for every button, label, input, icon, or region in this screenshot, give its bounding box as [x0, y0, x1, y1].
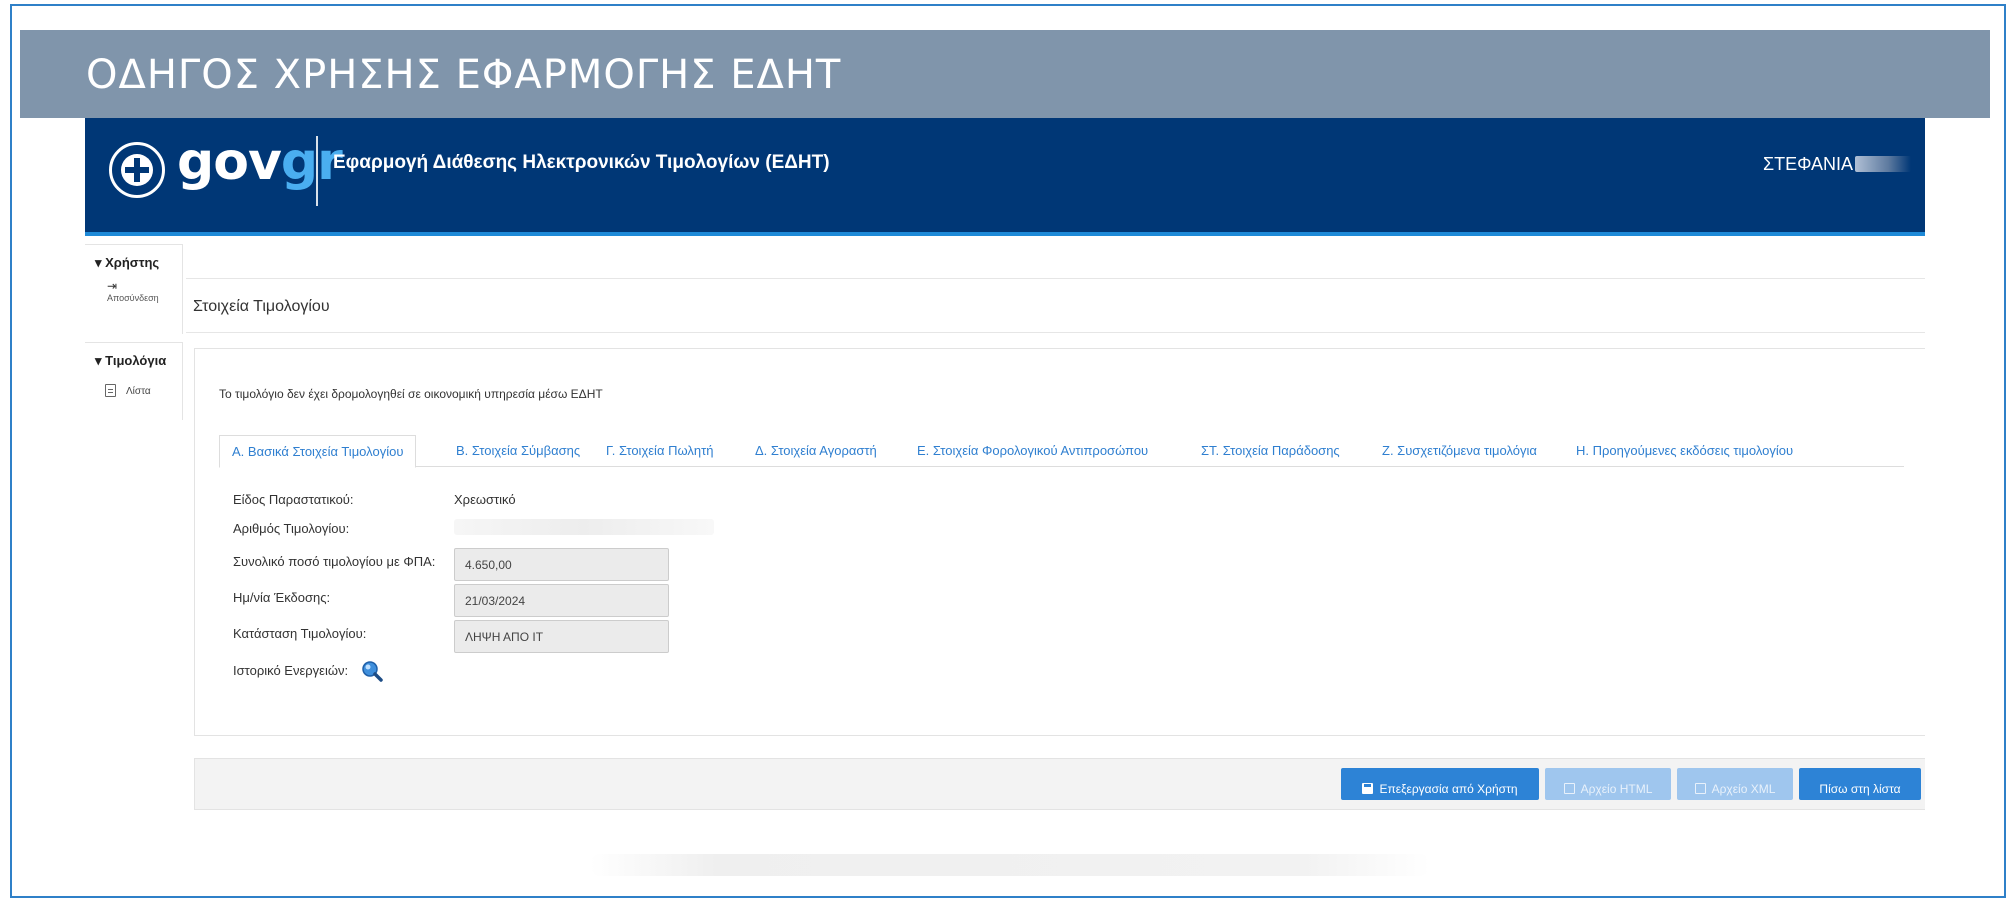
- invoice-number-label: Αριθμός Τιμολογίου:: [233, 521, 350, 536]
- tab-related-invoices[interactable]: Ζ. Συσχετιζόμενα τιμολόγια: [1370, 435, 1549, 467]
- action-bar: Επεξεργασία από Χρήστη Αρχείο HTML Αρχεί…: [194, 758, 1925, 810]
- history-label: Ιστορικό Ενεργειών:: [233, 663, 349, 678]
- status-field: ΛΗΨΗ ΑΠΟ ΙΤ: [454, 620, 669, 653]
- total-amount-field: 4.650,00: [454, 548, 669, 581]
- header-divider: [316, 136, 318, 206]
- sidebar-section-toggle-invoices[interactable]: ▾ Τιμολόγια: [85, 342, 182, 372]
- guide-title: ΟΔΗΓΟΣ ΧΡΗΣΗΣ ΕΦΑΡΜΟΓΗΣ ΕΔΗΤ: [86, 52, 842, 98]
- tab-buyer[interactable]: Δ. Στοιχεία Αγοραστή: [743, 435, 889, 467]
- sidebar-user-section: ▾ Χρήστης ⇥ Αποσύνδεση: [85, 244, 183, 334]
- guide-banner: ΟΔΗΓΟΣ ΧΡΗΣΗΣ ΕΦΑΡΜΟΓΗΣ ΕΔΗΤ: [20, 30, 1990, 118]
- search-icon[interactable]: [361, 660, 383, 682]
- greek-emblem-icon[interactable]: [109, 142, 165, 198]
- sidebar-item-list[interactable]: Λίστα: [85, 372, 182, 397]
- invoice-tabs: Α. Βασικά Στοιχεία Τιμολογίου Β. Στοιχεί…: [219, 435, 1904, 468]
- divider: [186, 278, 1925, 279]
- tab-basic-info[interactable]: Α. Βασικά Στοιχεία Τιμολογίου: [219, 435, 417, 468]
- app-title: Εφαρμογή Διάθεσης Ηλεκτρονικών Τιμολογίω…: [333, 152, 830, 173]
- xml-file-button[interactable]: Αρχείο XML: [1677, 768, 1793, 800]
- blurred-area: [590, 854, 1430, 876]
- redacted-surname: [1855, 156, 1911, 172]
- doc-type-label: Είδος Παραστατικού:: [233, 492, 354, 507]
- routing-notice: Το τιμολόγιο δεν έχει δρομολογηθεί σε οι…: [219, 387, 603, 401]
- list-label: Λίστα: [126, 386, 151, 397]
- redacted-invoice-number: [454, 519, 714, 535]
- doc-type-value: Χρεωστικό: [454, 492, 516, 507]
- sidebar-section-toggle-user[interactable]: ▾ Χρήστης: [85, 244, 182, 274]
- edit-by-user-button[interactable]: Επεξεργασία από Χρήστη: [1341, 768, 1539, 800]
- file-icon: [1563, 782, 1575, 794]
- user-name: ΣΤΕΦΑΝΙΑ: [1763, 154, 1853, 174]
- app-header: govgr Εφαρμογή Διάθεσης Ηλεκτρονικών Τιμ…: [85, 118, 1925, 236]
- tab-tax-representative[interactable]: Ε. Στοιχεία Φορολογικού Αντιπροσώπου: [905, 435, 1160, 467]
- logout-icon: ⇥: [107, 279, 118, 293]
- save-icon: [1362, 782, 1374, 794]
- page-title: Στοιχεία Τιμολογίου: [193, 298, 330, 315]
- tab-previous-versions[interactable]: Η. Προηγούμενες εκδόσεις τιμολογίου: [1564, 435, 1805, 467]
- document-icon: [105, 384, 116, 397]
- sidebar-item-logout[interactable]: ⇥ Αποσύνδεση: [85, 274, 182, 304]
- tab-contract[interactable]: Β. Στοιχεία Σύμβασης: [444, 435, 592, 467]
- total-amount-label: Συνολικό ποσό τιμολογίου με ΦΠΑ:: [233, 554, 436, 569]
- issue-date-field: 21/03/2024: [454, 584, 669, 617]
- divider: [186, 332, 1925, 333]
- sidebar-invoices-section: ▾ Τιμολόγια Λίστα: [85, 342, 183, 420]
- status-label: Κατάσταση Τιμολογίου:: [233, 626, 367, 641]
- user-menu[interactable]: ΣΤΕΦΑΝΙΑ: [1763, 154, 1911, 175]
- tab-delivery[interactable]: ΣΤ. Στοιχεία Παράδοσης: [1189, 435, 1352, 467]
- back-to-list-button[interactable]: Πίσω στη λίστα: [1799, 768, 1921, 800]
- logout-label: Αποσύνδεση: [107, 293, 159, 303]
- issue-date-label: Ημ/νία Έκδοσης:: [233, 590, 331, 605]
- html-file-button[interactable]: Αρχείο HTML: [1545, 768, 1671, 800]
- invoice-details-panel: Το τιμολόγιο δεν έχει δρομολογηθεί σε οι…: [194, 348, 1925, 736]
- sidebar: ▾ Χρήστης ⇥ Αποσύνδεση ▾ Τιμολόγια Λίστα: [85, 244, 183, 454]
- tab-seller[interactable]: Γ. Στοιχεία Πωλητή: [594, 435, 725, 467]
- file-icon: [1694, 782, 1706, 794]
